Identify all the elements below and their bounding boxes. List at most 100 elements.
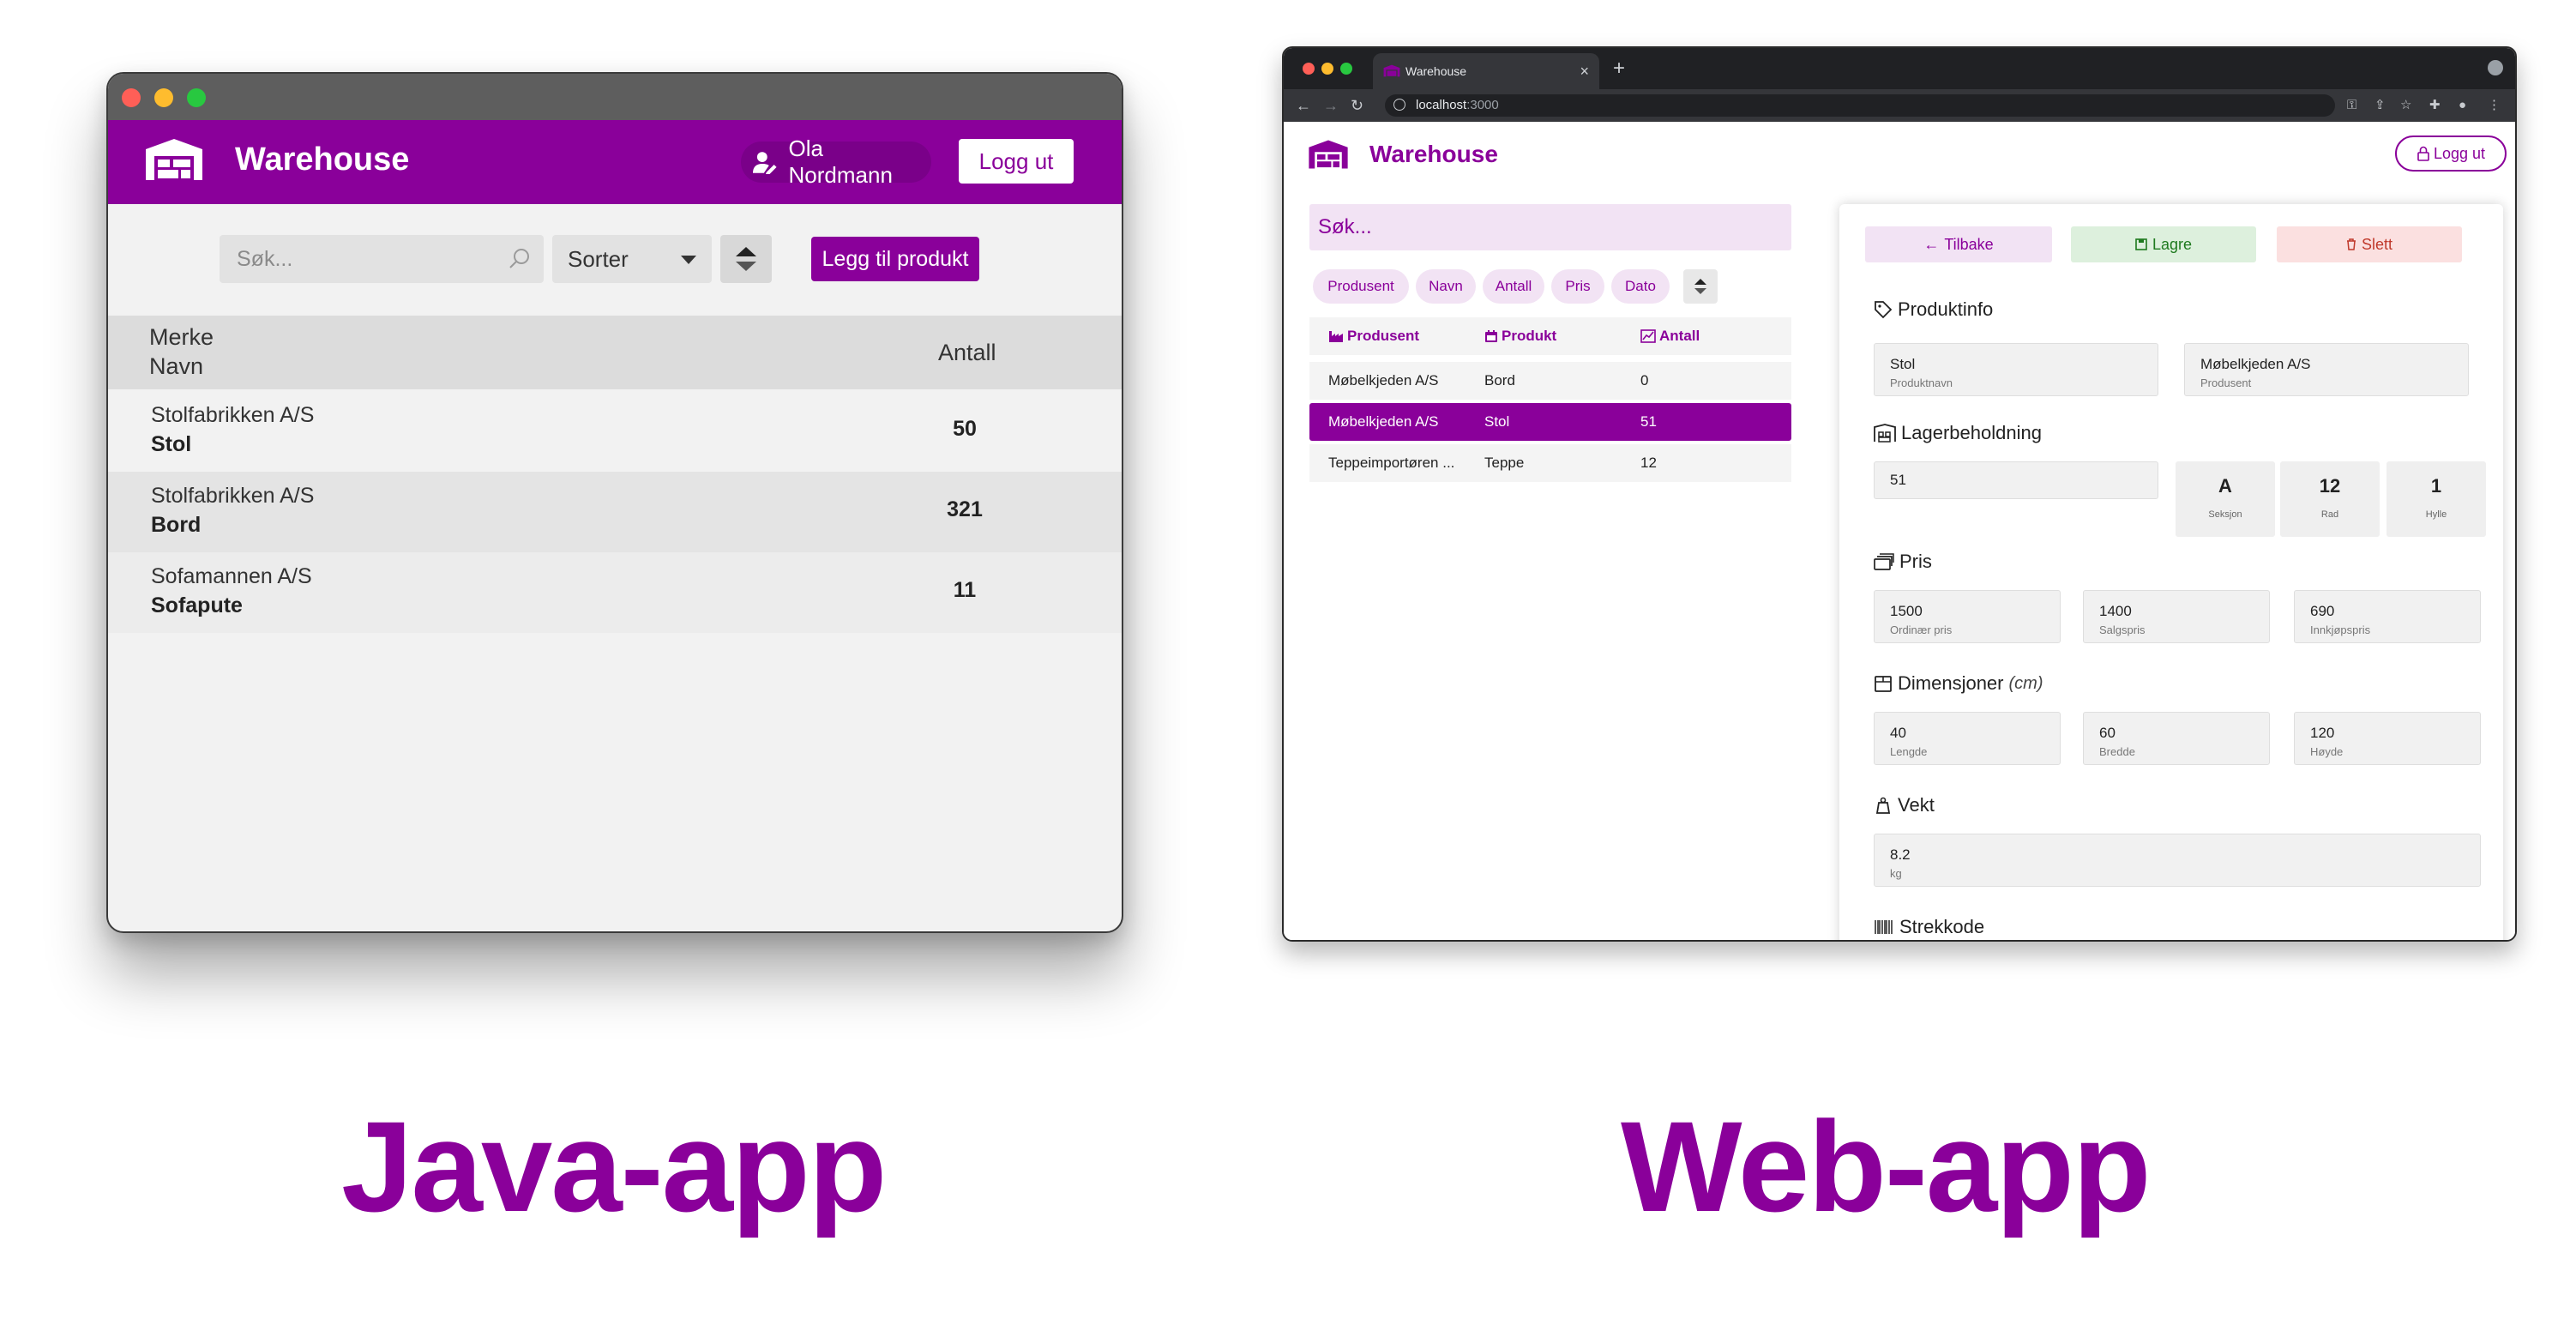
dimensions-heading: Dimensjoner (cm) — [1874, 672, 2043, 695]
table-row[interactable]: Sofamannen A/S Sofapute 11 — [108, 552, 1122, 633]
delete-button[interactable]: Slett — [2277, 226, 2462, 262]
field-label: Innkjøpspris — [2310, 623, 2371, 636]
zoom-window-button[interactable] — [1340, 63, 1352, 75]
product-name-field[interactable]: Stol Produktnavn — [1874, 343, 2158, 396]
toolbar: Søk... Sorter Legg til produkt — [108, 204, 1122, 316]
location-section[interactable]: A Seksjon — [2176, 461, 2275, 537]
browser-tab[interactable]: Warehouse × — [1373, 53, 1599, 89]
user-name: Ola Nordmann — [788, 136, 893, 188]
sort-order-toggle[interactable] — [1683, 269, 1718, 304]
column-header-product[interactable]: Produkt — [1484, 317, 1556, 358]
row-producer: Møbelkjeden A/S — [1328, 372, 1439, 388]
list-row[interactable]: Teppeimportøren ... Teppe 12 — [1309, 444, 1791, 482]
weight-icon — [1875, 797, 1891, 814]
regular-price-field[interactable]: 1500 Ordinær pris — [1874, 590, 2061, 643]
search-placeholder: Søk... — [1318, 215, 1372, 238]
search-input[interactable]: Søk... — [1309, 204, 1791, 250]
row-qty: 321 — [947, 497, 983, 521]
stock-heading: Lagerbeholdning — [1874, 422, 2042, 444]
location-row[interactable]: 12 Rad — [2280, 461, 2380, 537]
location-shelf[interactable]: 1 Hylle — [2386, 461, 2486, 537]
section-title: Produktinfo — [1898, 298, 1994, 320]
location-label: Seksjon — [2208, 509, 2242, 520]
table-row[interactable]: Stolfabrikken A/S Stol 50 — [108, 391, 1122, 472]
new-tab-button[interactable]: + — [1613, 48, 1625, 89]
section-title: Strekkode — [1899, 916, 1985, 937]
extensions-icon[interactable]: ✚ — [2429, 89, 2441, 122]
row-product: Bord — [1484, 372, 1515, 388]
forward-arrow-icon[interactable]: → — [1323, 89, 1339, 122]
back-button[interactable]: ← Tilbake — [1865, 226, 2052, 262]
sort-order-toggle[interactable] — [720, 235, 772, 283]
sort-arrows-icon — [1694, 279, 1706, 294]
column-header-qty[interactable]: Antall — [938, 340, 996, 366]
address-bar[interactable]: localhost:3000 — [1385, 94, 2335, 117]
row-qty: 0 — [1640, 372, 1649, 388]
row-qty: 12 — [1640, 455, 1657, 471]
arrow-left-icon: ← — [1923, 235, 1940, 253]
list-row[interactable]: Møbelkjeden A/S Bord 0 — [1309, 362, 1791, 400]
row-brand: Stolfabrikken A/S — [151, 484, 315, 508]
table-row[interactable]: Stolfabrikken A/S Bord 321 — [108, 472, 1122, 552]
reload-icon[interactable]: ↻ — [1351, 89, 1363, 122]
logout-label: Logg ut — [2433, 144, 2486, 162]
sort-chip-price[interactable]: Pris — [1551, 269, 1604, 304]
price-heading: Pris — [1874, 551, 1932, 573]
share-icon[interactable]: ⇪ — [2374, 89, 2386, 122]
minimize-window-button[interactable] — [154, 88, 173, 107]
column-header-producer[interactable]: Produsent — [1328, 317, 1466, 358]
money-stack-icon — [1874, 553, 1894, 570]
sort-chip-name[interactable]: Navn — [1416, 269, 1476, 304]
producer-field[interactable]: Møbelkjeden A/S Produsent — [2184, 343, 2469, 396]
purchase-price-field[interactable]: 690 Innkjøpspris — [2294, 590, 2481, 643]
product-info-heading: Produktinfo — [1874, 298, 1993, 321]
add-product-button[interactable]: Legg til produkt — [811, 237, 979, 281]
close-window-button[interactable] — [122, 88, 141, 107]
row-name: Bord — [151, 513, 202, 537]
web-app-caption: Web-app — [1621, 1094, 2152, 1238]
url-text: localhost:3000 — [1416, 94, 1499, 117]
java-app-window: Warehouse Ola Nordmann Logg ut Søk... So… — [106, 72, 1123, 933]
info-icon[interactable] — [1393, 99, 1405, 111]
sale-price-field[interactable]: 1400 Salgspris — [2083, 590, 2270, 643]
height-field[interactable]: 120 Høyde — [2294, 712, 2481, 765]
list-row-selected[interactable]: Møbelkjeden A/S Stol 51 — [1309, 403, 1791, 441]
logout-button[interactable]: Logg ut — [2395, 136, 2507, 172]
more-menu-icon[interactable]: ⋮ — [2488, 89, 2501, 122]
column-header-name[interactable]: Navn — [149, 353, 203, 380]
browser-toolbar: ← → ↻ localhost:3000 ⚿ ⇪ ☆ ✚ ● ⋮ — [1284, 89, 2515, 122]
logout-button[interactable]: Logg ut — [959, 139, 1074, 184]
search-input[interactable]: Søk... — [220, 235, 544, 283]
close-window-button[interactable] — [1303, 63, 1315, 75]
dimensions-unit: (cm) — [2008, 673, 2043, 693]
save-button[interactable]: Lagre — [2071, 226, 2256, 262]
field-value: 690 — [2310, 603, 2335, 619]
user-badge[interactable]: Ola Nordmann — [741, 136, 931, 188]
zoom-window-button[interactable] — [187, 88, 206, 107]
back-arrow-icon[interactable]: ← — [1296, 89, 1311, 122]
column-header-brand[interactable]: Merke — [149, 324, 214, 351]
sort-select[interactable]: Sorter — [552, 235, 712, 283]
sort-chip-qty[interactable]: Antall — [1483, 269, 1544, 304]
chevron-down-icon — [681, 256, 696, 264]
tab-search-icon[interactable] — [2488, 60, 2503, 75]
field-value: 51 — [1890, 472, 1906, 488]
minimize-window-button[interactable] — [1321, 63, 1333, 75]
sort-chip-producer[interactable]: Produsent — [1313, 269, 1409, 304]
location-value: A — [2218, 475, 2232, 497]
bookmark-star-icon[interactable]: ☆ — [2400, 89, 2411, 122]
sort-chip-date[interactable]: Dato — [1611, 269, 1670, 304]
profile-icon[interactable]: ● — [2459, 89, 2466, 122]
width-field[interactable]: 60 Bredde — [2083, 712, 2270, 765]
stock-quantity-field[interactable]: 51 — [1874, 461, 2158, 499]
field-label: Lengde — [1890, 745, 1928, 758]
length-field[interactable]: 40 Lengde — [1874, 712, 2061, 765]
key-icon[interactable]: ⚿ — [2347, 89, 2356, 122]
close-icon[interactable]: × — [1580, 53, 1589, 89]
column-header-qty[interactable]: Antall — [1640, 317, 1700, 358]
weight-field[interactable]: 8.2 kg — [1874, 834, 2481, 887]
web-page: Warehouse Logg ut Søk... Produsent Navn … — [1284, 122, 2515, 940]
calendar-icon — [1485, 330, 1497, 342]
search-placeholder: Søk... — [237, 247, 293, 271]
location-value: 1 — [2430, 475, 2442, 497]
